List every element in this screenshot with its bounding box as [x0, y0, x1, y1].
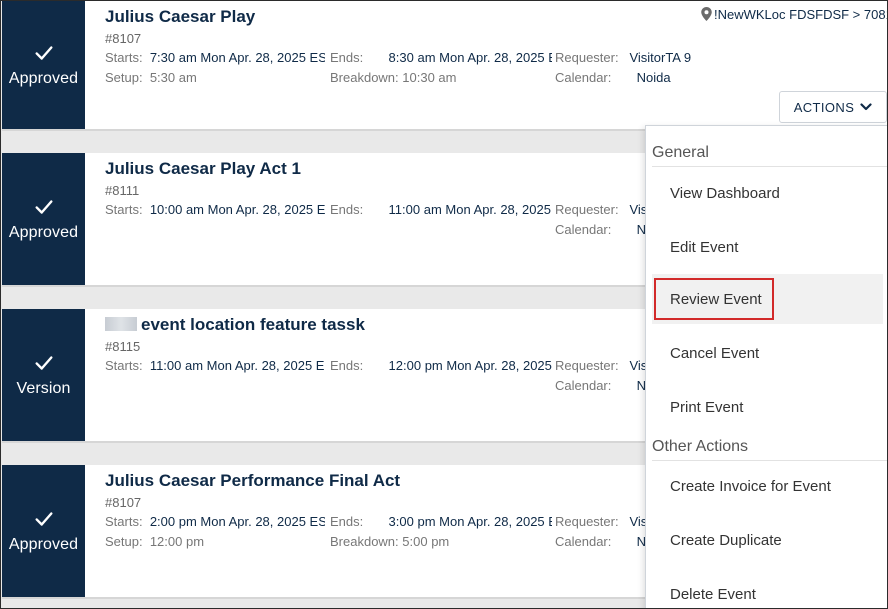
status-label: Version: [16, 380, 71, 397]
requester-label: Requester:: [555, 358, 619, 373]
menu-section-other-actions: Other Actions: [652, 438, 749, 455]
highlight-box: [654, 278, 774, 320]
event-card[interactable]: Approved Julius Caesar Play #8107 Starts…: [2, 1, 888, 131]
status-label: Approved: [8, 70, 79, 87]
starts-label: Starts:: [105, 50, 143, 65]
requester-label: Requester:: [555, 514, 619, 529]
setup-value: 12:00 pm: [149, 534, 205, 549]
event-title[interactable]: Julius Caesar Play: [105, 7, 255, 27]
map-pin-icon: [701, 7, 712, 21]
event-number: #8111: [105, 183, 140, 198]
menu-item-view-dashboard[interactable]: View Dashboard: [652, 168, 883, 218]
menu-item-edit-event[interactable]: Edit Event: [652, 222, 883, 272]
redacted-text: [105, 317, 137, 331]
menu-item-delete-event[interactable]: Delete Event: [652, 569, 883, 608]
calendar-label: Calendar:: [555, 534, 612, 549]
starts-label: Starts:: [105, 358, 143, 373]
ends-value: 12:00 pm Mon Apr. 28, 2025 E: [388, 358, 552, 373]
starts-value: 7:30 am Mon Apr. 28, 2025 ES: [149, 50, 325, 65]
event-number: #8115: [105, 339, 141, 354]
calendar-label: Calendar:: [555, 222, 612, 237]
ends-value: 11:00 am Mon Apr. 28, 2025 E: [388, 202, 552, 217]
starts-value: 11:00 am Mon Apr. 28, 2025 E: [149, 358, 325, 373]
starts-label: Starts:: [105, 514, 143, 529]
ends-value: 8:30 am Mon Apr. 28, 2025 ES: [388, 50, 552, 65]
ends-value: 3:00 pm Mon Apr. 28, 2025 ES: [388, 514, 552, 529]
breakdown-label: Breakdown:: [330, 70, 399, 85]
check-icon: [34, 356, 53, 370]
status-tile: Approved: [2, 465, 85, 597]
menu-divider: [652, 166, 887, 167]
requester-value: VisitorTA 9: [629, 50, 692, 65]
ends-label: Ends:: [330, 50, 364, 65]
ends-label: Ends:: [330, 202, 364, 217]
calendar-label: Calendar:: [555, 378, 612, 393]
actions-button[interactable]: ACTIONS: [779, 91, 887, 123]
menu-item-print-event[interactable]: Print Event: [652, 382, 883, 432]
menu-section-general: General: [652, 144, 709, 161]
check-icon: [34, 46, 53, 60]
check-icon: [34, 512, 53, 526]
menu-item-cancel-event[interactable]: Cancel Event: [652, 328, 883, 378]
setup-label: Setup:: [105, 70, 143, 85]
check-icon: [34, 200, 53, 214]
breakdown-value: 5:00 pm: [402, 534, 450, 549]
ends-label: Ends:: [330, 358, 364, 373]
starts-value: 2:00 pm Mon Apr. 28, 2025 ES: [149, 514, 325, 529]
location-link[interactable]: !NewWKLoc FDSFDSF > 7081: [701, 7, 888, 22]
event-title[interactable]: event location feature tassk: [105, 315, 365, 335]
menu-item-create-duplicate[interactable]: Create Duplicate: [652, 515, 883, 565]
calendar-value: Noida: [636, 70, 671, 85]
event-title[interactable]: Julius Caesar Performance Final Act: [105, 471, 400, 491]
event-number: #8107: [105, 31, 142, 46]
status-label: Approved: [8, 224, 79, 241]
status-label: Approved: [8, 536, 79, 553]
starts-value: 10:00 am Mon Apr. 28, 2025 E: [149, 202, 325, 217]
location-text: !NewWKLoc FDSFDSF > 7081: [714, 7, 888, 22]
events-list: Approved Julius Caesar Play #8107 Starts…: [0, 0, 888, 609]
actions-dropdown-menu: General View Dashboard Edit Event Review…: [645, 125, 887, 608]
setup-value: 5:30 am: [149, 70, 197, 85]
status-tile: Approved: [2, 153, 85, 285]
requester-label: Requester:: [555, 50, 619, 65]
event-title[interactable]: Julius Caesar Play Act 1: [105, 159, 301, 179]
calendar-label: Calendar:: [555, 70, 612, 85]
ends-label: Ends:: [330, 514, 364, 529]
menu-item-create-invoice[interactable]: Create Invoice for Event: [652, 461, 883, 511]
requester-label: Requester:: [555, 202, 619, 217]
event-number: #8107: [105, 495, 142, 510]
setup-label: Setup:: [105, 534, 143, 549]
breakdown-label: Breakdown:: [330, 534, 399, 549]
starts-label: Starts:: [105, 202, 143, 217]
status-tile: Approved: [2, 1, 85, 129]
actions-button-label: ACTIONS: [793, 99, 855, 115]
breakdown-value: 10:30 am: [402, 70, 457, 85]
chevron-down-icon: [860, 103, 872, 111]
status-tile: Version: [2, 309, 85, 441]
